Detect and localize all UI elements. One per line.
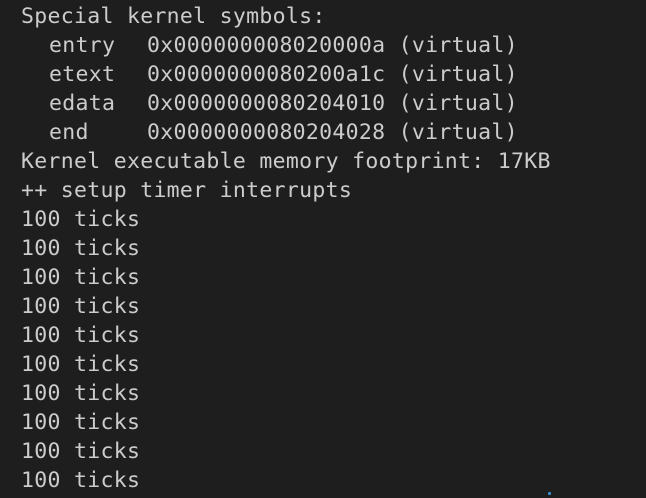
tick-line: 100 ticks — [21, 381, 141, 406]
timer-setup-line: ++ setup timer interrupts — [21, 178, 353, 203]
symbol-row: entry 0x000000008020000a (virtual) — [49, 31, 518, 60]
cursor-marker — [548, 492, 551, 495]
tick-line: 100 ticks — [21, 439, 141, 464]
tick-line: 100 ticks — [21, 323, 141, 348]
symbol-kind: (virtual) — [398, 120, 518, 145]
symbol-row: edata 0x0000000080204010 (virtual) — [49, 89, 518, 118]
terminal-output[interactable]: Special kernel symbols: entry 0x000000008… — [0, 0, 646, 498]
symbol-name: end — [49, 120, 89, 145]
symbol-kind: (virtual) — [398, 62, 518, 87]
symbol-name: etext — [49, 62, 116, 87]
symbol-kind: (virtual) — [398, 91, 518, 116]
tick-line: 100 ticks — [21, 410, 141, 435]
symbol-address: 0x0000000080200a1c — [147, 62, 386, 87]
tick-line: 100 ticks — [21, 236, 141, 261]
symbols-header: Special kernel symbols: — [21, 4, 326, 29]
symbol-address: 0x0000000080204010 — [147, 91, 386, 116]
tick-line: 100 ticks — [21, 294, 141, 319]
symbol-address: 0x000000008020000a — [147, 33, 386, 58]
symbol-name: edata — [49, 91, 116, 116]
memory-footprint-line: Kernel executable memory footprint: 17KB — [21, 149, 551, 174]
symbol-address: 0x0000000080204028 — [147, 120, 386, 145]
symbol-name: entry — [49, 33, 116, 58]
tick-line: 100 ticks — [21, 468, 141, 493]
tick-line: 100 ticks — [21, 207, 141, 232]
symbol-kind: (virtual) — [398, 33, 518, 58]
symbol-row: etext 0x0000000080200a1c (virtual) — [49, 60, 518, 89]
symbol-row: end 0x0000000080204028 (virtual) — [49, 118, 518, 147]
tick-line: 100 ticks — [21, 265, 141, 290]
tick-line: 100 ticks — [21, 352, 141, 377]
